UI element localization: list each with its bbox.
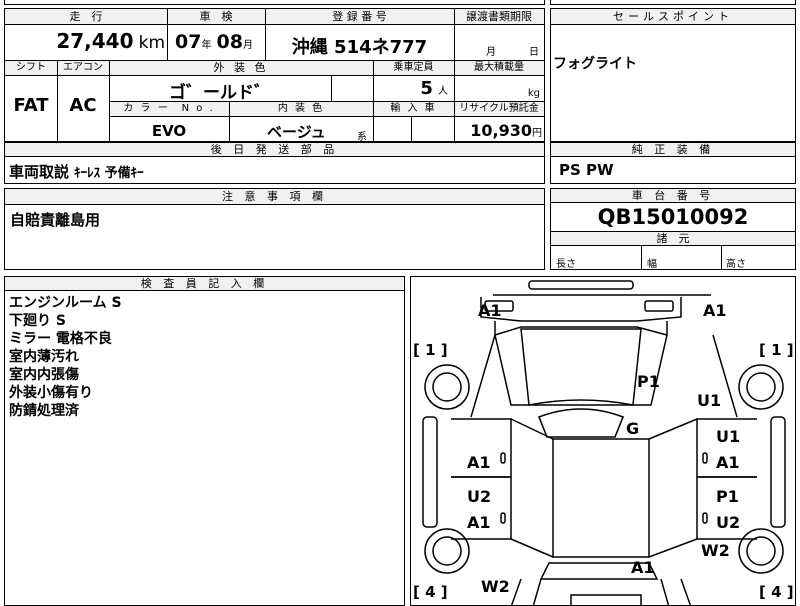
chassis-number-box: 車 台 番 号 QB15010092 諸 元 長さ 幅 高さ	[550, 188, 796, 270]
damage-label-left-rear-door-top: U2	[467, 487, 492, 506]
height-label: 高さ	[726, 259, 746, 270]
damage-label-bonnet: P1	[637, 372, 660, 391]
max-load-unit: kg	[527, 88, 540, 99]
width-label: 幅	[647, 259, 657, 270]
note-line: 防錆処理済	[9, 403, 79, 419]
bracket-left-top: [ 1 ]	[413, 341, 448, 359]
caution-content: 自賠責離島用	[10, 211, 101, 229]
recycle-deposit-value: 10,930円	[470, 121, 542, 140]
capacity-value: 5 人	[420, 78, 448, 99]
damage-label-trunk: A1	[631, 558, 655, 577]
damage-label-front-left: A1	[478, 301, 502, 320]
mileage-value: 27,440 km	[56, 29, 165, 53]
ac-value: AC	[69, 95, 97, 116]
color-no-header: カ ラ ー N o .	[123, 103, 215, 114]
damage-label-right-rear-door-top: P1	[716, 487, 739, 506]
bracket-left-bottom: [ 4 ]	[413, 583, 448, 601]
damage-label-front-fender-right: U1	[697, 391, 722, 410]
damage-label-right-front-door-bottom: A1	[716, 453, 740, 472]
damage-label-right-rear-door-bottom: U2	[716, 513, 741, 532]
sales-point-header: セールスポイント	[551, 9, 795, 25]
transfer-month-unit: 月	[486, 47, 496, 58]
registration-number: 沖縄 514ネ777	[291, 37, 428, 58]
registration-header: 登 録 番 号	[332, 10, 387, 23]
bracket-right-top: [ 1 ]	[759, 341, 794, 359]
damage-label-roof: G	[626, 419, 640, 438]
inspection-date: 07年 08月	[175, 31, 253, 53]
note-line: 下廻り S	[9, 313, 66, 329]
caution-box: 注 意 事 項 欄 自賠責離島用	[4, 188, 545, 270]
note-line: 外装小傷有り	[9, 385, 93, 401]
damage-label-left-front-door: A1	[467, 453, 491, 472]
note-line: ミラー 電格不良	[9, 331, 112, 347]
bracket-right-bottom: [ 4 ]	[759, 583, 794, 601]
note-line: 室内内張傷	[9, 367, 79, 383]
shift-value: FAT	[13, 95, 49, 116]
note-line: 室内薄汚れ	[9, 349, 79, 365]
damage-label-left-rear-door-bottom: A1	[467, 513, 491, 532]
inspection-header: 車 検	[199, 10, 233, 23]
transfer-deadline-header: 譲渡書類期限	[466, 10, 532, 23]
sales-point-box: セールスポイント フォグライト	[550, 8, 796, 142]
later-shipped-parts-box: 後 日 発 送 部 品 車両取説 ｷｰﾚｽ 予備ｷｰ	[4, 142, 545, 184]
interior-color-suffix: 系	[357, 132, 367, 143]
transfer-day-unit: 日	[529, 47, 539, 58]
interior-color-header: 内 装 色	[277, 103, 325, 114]
max-load-header: 最大積載量	[474, 62, 524, 73]
damage-label-right-front-door-top: U1	[716, 427, 741, 446]
genuine-equipment-box: 純 正 装 備 PS PW	[550, 142, 796, 184]
damage-label-right-rear-fender: W2	[701, 541, 730, 560]
ac-header: エアコン	[63, 62, 103, 73]
car-damage-diagram: A1 A1 P1 U1 G U1 A1 A1 U2 P1 A1 U2 W2 A1…	[410, 276, 796, 606]
color-no-value: EVO	[151, 122, 187, 140]
note-line: エンジンルーム S	[9, 295, 122, 311]
genuine-equipment-content: PS PW	[559, 161, 614, 179]
chassis-number-value: QB15010092	[597, 205, 749, 229]
capacity-header: 乗車定員	[393, 62, 434, 73]
inspector-notes-box: 検 査 員 記 入 欄 エンジンルーム S 下廻り S ミラー 電格不良 室内薄…	[4, 276, 405, 606]
dimensions-header: 諸 元	[656, 232, 690, 245]
later-shipped-parts-content: 車両取説 ｷｰﾚｽ 予備ｷｰ	[9, 163, 144, 181]
chassis-number-header: 車 台 番 号	[551, 189, 795, 203]
interior-color-value: ベージュ	[267, 123, 326, 141]
top-cutoff-strip-right	[550, 0, 796, 5]
mileage-header: 走 行	[69, 10, 103, 23]
later-shipped-parts-header: 後 日 発 送 部 品	[5, 143, 544, 157]
shift-header: シフト	[16, 62, 46, 73]
length-label: 長さ	[556, 259, 576, 270]
vehicle-info-table: 走 行 車 検 登 録 番 号 譲渡書類期限 27,440 km 07年 08月…	[4, 8, 545, 143]
top-cutoff-strip	[4, 0, 545, 5]
exterior-color-value: ゴ゛ールド゛	[169, 83, 271, 103]
exterior-color-header: 外 装 色	[213, 61, 269, 74]
recycle-deposit-header: リサイクル預託金	[459, 103, 539, 114]
inspector-notes-header: 検 査 員 記 入 欄	[5, 277, 404, 291]
caution-header: 注 意 事 項 欄	[5, 189, 544, 205]
inspector-notes-list: エンジンルーム S 下廻り S ミラー 電格不良 室内薄汚れ 室内内張傷 外装小…	[9, 294, 122, 420]
damage-label-left-rear-fender: W2	[481, 577, 510, 596]
genuine-equipment-header: 純 正 装 備	[551, 143, 795, 157]
damage-label-front-right: A1	[703, 301, 727, 320]
import-header: 輸 入 車	[390, 103, 437, 114]
sales-point-content: フォグライト	[553, 56, 637, 72]
